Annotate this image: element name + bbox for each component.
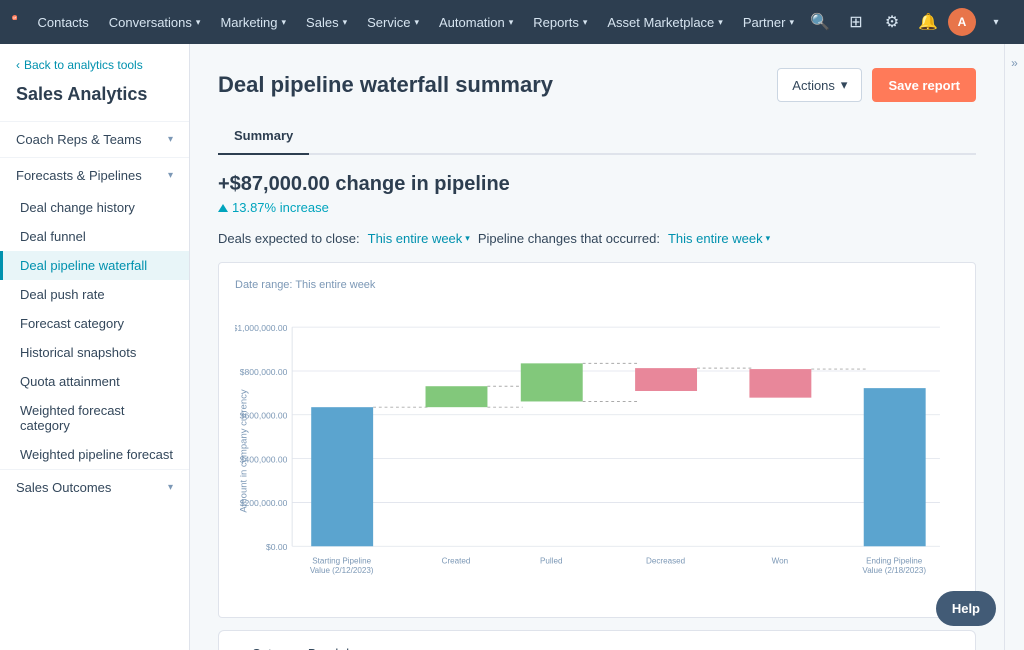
sidebar-item-weighted-pipeline-forecast[interactable]: Weighted pipeline forecast <box>0 440 189 469</box>
chevron-down-icon-2: ▾ <box>168 170 173 181</box>
chart-date-label: Date range: This entire week <box>235 279 959 291</box>
svg-text:$600,000.00: $600,000.00 <box>240 411 288 421</box>
filter-row: Deals expected to close: This entire wee… <box>218 231 976 246</box>
change-pct: 13.87% increase <box>218 200 976 215</box>
nav-conversations[interactable]: Conversations ▾ <box>99 0 211 44</box>
sidebar-item-deal-push-rate[interactable]: Deal push rate <box>0 280 189 309</box>
change-value: +$87,000.00 change in pipeline <box>218 173 976 196</box>
svg-text:Won: Won <box>772 556 788 565</box>
hubspot-logo[interactable] <box>12 8 17 36</box>
sidebar-item-deal-change-history[interactable]: Deal change history <box>0 193 189 222</box>
top-navigation: Contacts Conversations ▾ Marketing ▾ Sal… <box>0 0 1024 44</box>
sidebar-section-header-sales-outcomes[interactable]: Sales Outcomes ▾ <box>0 470 189 505</box>
sidebar-item-deal-pipeline-waterfall[interactable]: Deal pipeline waterfall <box>0 251 189 280</box>
bar-ending-pipeline <box>864 388 926 546</box>
nav-contacts[interactable]: Contacts <box>27 0 98 44</box>
help-button[interactable]: Help <box>936 591 996 626</box>
svg-text:Value (2/18/2023): Value (2/18/2023) <box>862 566 926 575</box>
sidebar: ‹ Back to analytics tools Sales Analytic… <box>0 44 190 650</box>
tab-summary[interactable]: Summary <box>218 118 309 155</box>
pipeline-period-filter[interactable]: This entire week ▾ <box>668 231 770 246</box>
nav-service[interactable]: Service ▾ <box>357 0 429 44</box>
chart-container: Date range: This entire week Amount in c… <box>218 262 976 618</box>
svg-text:Value (2/12/2023): Value (2/12/2023) <box>310 566 374 575</box>
svg-text:$200,000.00: $200,000.00 <box>240 498 288 508</box>
chevron-down-icon-4: ▾ <box>841 77 848 93</box>
nav-asset-marketplace[interactable]: Asset Marketplace ▾ <box>597 0 732 44</box>
app-body: ‹ Back to analytics tools Sales Analytic… <box>0 44 1024 650</box>
right-collapse-panel[interactable]: » <box>1004 44 1024 650</box>
deals-period-filter[interactable]: This entire week ▾ <box>368 231 470 246</box>
header-actions: Actions ▾ Save report <box>777 68 976 102</box>
nav-icon-group: 🔍 ⊞ ⚙ 🔔 A ▾ <box>804 6 1012 38</box>
svg-text:$0.00: $0.00 <box>266 542 288 552</box>
sidebar-item-deal-funnel[interactable]: Deal funnel <box>0 222 189 251</box>
sidebar-section-header-coach[interactable]: Coach Reps & Teams ▾ <box>0 122 189 157</box>
bar-pulled <box>521 363 583 401</box>
nav-automation[interactable]: Automation ▾ <box>429 0 523 44</box>
nav-partner[interactable]: Partner ▾ <box>733 0 804 44</box>
sidebar-item-forecast-category[interactable]: Forecast category <box>0 309 189 338</box>
category-breakdown-panel[interactable]: ▾ Category Breakdown <box>218 630 976 650</box>
back-to-analytics-tools[interactable]: ‹ Back to analytics tools <box>0 44 189 80</box>
chevron-down-icon-7: ▾ <box>239 645 246 650</box>
sidebar-section-coach: Coach Reps & Teams ▾ <box>0 121 189 157</box>
sidebar-section-header-forecasts[interactable]: Forecasts & Pipelines ▾ <box>0 158 189 193</box>
back-arrow-icon: ‹ <box>16 58 20 72</box>
svg-text:Amount in company currency: Amount in company currency <box>238 389 249 512</box>
svg-text:Ending Pipeline: Ending Pipeline <box>866 556 923 565</box>
chevron-down-icon-5: ▾ <box>465 233 470 244</box>
sidebar-section-sales-outcomes: Sales Outcomes ▾ <box>0 469 189 505</box>
sidebar-item-historical-snapshots[interactable]: Historical snapshots <box>0 338 189 367</box>
account-chevron[interactable]: ▾ <box>980 6 1012 38</box>
tabs: Summary <box>218 118 976 155</box>
svg-text:$1,000,000.00: $1,000,000.00 <box>235 323 288 333</box>
nav-sales[interactable]: Sales ▾ <box>296 0 357 44</box>
chevron-down-icon: ▾ <box>168 134 173 145</box>
svg-text:$400,000.00: $400,000.00 <box>240 454 288 464</box>
sidebar-item-quota-attainment[interactable]: Quota attainment <box>0 367 189 396</box>
page-header: Deal pipeline waterfall summary Actions … <box>218 68 976 102</box>
grid-icon[interactable]: ⊞ <box>840 6 872 38</box>
chart-area: Amount in company currency $1,000,000.00… <box>235 301 959 601</box>
svg-text:Decreased: Decreased <box>646 556 685 565</box>
page-title: Deal pipeline waterfall summary <box>218 72 553 98</box>
actions-button[interactable]: Actions ▾ <box>777 68 862 102</box>
sidebar-section-forecasts: Forecasts & Pipelines ▾ Deal change hist… <box>0 157 189 469</box>
bell-icon[interactable]: 🔔 <box>912 6 944 38</box>
sidebar-title: Sales Analytics <box>0 80 189 121</box>
svg-text:Created: Created <box>442 556 471 565</box>
increase-arrow-icon <box>218 204 228 212</box>
chevron-down-icon-6: ▾ <box>766 233 771 244</box>
search-icon[interactable]: 🔍 <box>804 6 836 38</box>
bar-decreased <box>635 368 697 391</box>
svg-text:Pulled: Pulled <box>540 556 562 565</box>
svg-text:Starting Pipeline: Starting Pipeline <box>312 556 371 565</box>
chevron-down-icon-3: ▾ <box>168 482 173 493</box>
bar-starting-pipeline <box>311 407 373 546</box>
nav-marketing[interactable]: Marketing ▾ <box>210 0 296 44</box>
double-chevron-right-icon: » <box>1011 56 1018 70</box>
bar-created <box>426 386 488 407</box>
svg-text:$800,000.00: $800,000.00 <box>240 367 288 377</box>
bar-won <box>749 369 811 398</box>
nav-reports[interactable]: Reports ▾ <box>523 0 597 44</box>
main-content: Deal pipeline waterfall summary Actions … <box>190 44 1004 650</box>
user-avatar[interactable]: A <box>948 8 976 36</box>
save-report-button[interactable]: Save report <box>872 68 976 102</box>
sidebar-item-weighted-forecast-category[interactable]: Weighted forecast category <box>0 396 189 440</box>
settings-icon[interactable]: ⚙ <box>876 6 908 38</box>
